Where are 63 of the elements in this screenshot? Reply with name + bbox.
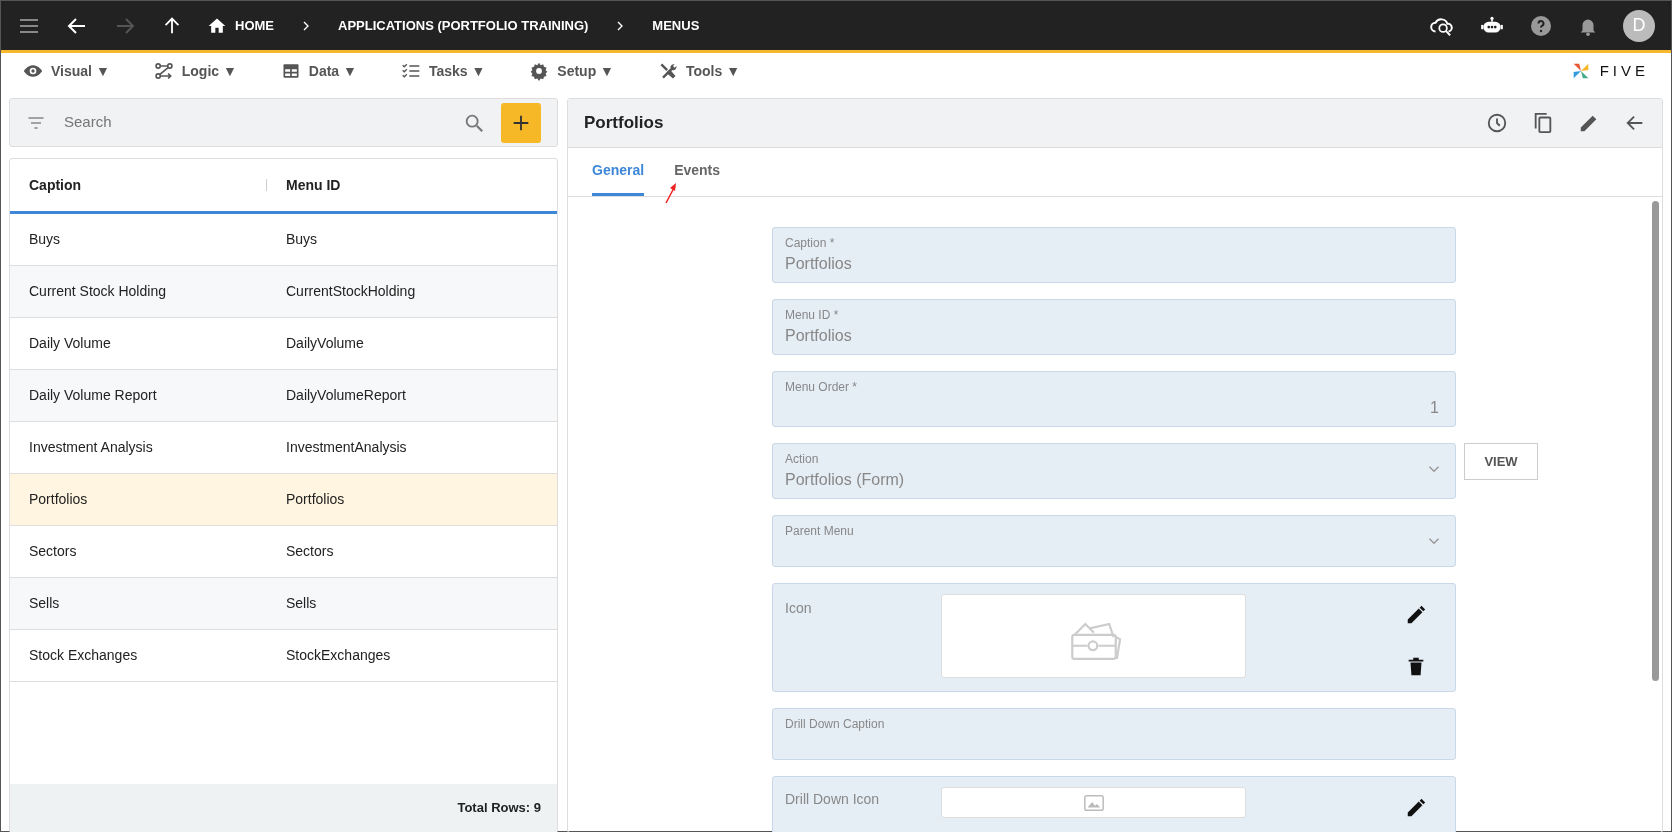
field-label: Action [785,451,820,469]
field-label: Menu ID * [785,307,840,325]
field-label: Parent Menu [785,523,855,541]
field-value: 1 [1430,398,1439,419]
table-row[interactable]: Portfolios Portfolios [10,474,557,526]
column-header[interactable]: Menu ID [267,174,341,196]
column-header[interactable]: Caption [10,179,267,191]
search-input[interactable]: Search [62,110,447,135]
logic-icon [153,61,174,81]
table-cell-text: Current Stock Holding [28,282,167,301]
breadcrumb-link[interactable]: MENUS [652,15,700,36]
field-label: Icon [785,599,813,619]
menu-button[interactable]: Tools ▼ [657,60,740,82]
table-cell-text: DailyVolumeReport [285,386,406,405]
form-title: Portfolios [584,112,664,135]
table-cell-text: Stock Exchanges [28,646,139,665]
menu-button[interactable]: Visual ▼ [23,60,110,82]
view-button[interactable]: VIEW [1464,443,1538,481]
table-cell-text: Sectors [28,542,78,561]
tab[interactable]: General [592,160,645,197]
table-cell-text: InvestmentAnalysis [285,438,407,457]
scrollbar[interactable] [1652,201,1659,682]
field-label: Caption * [785,235,836,253]
total-rows-label: Total Rows: 9 [457,799,541,818]
add-button[interactable] [501,102,541,143]
table-cell-text: Sells [28,594,61,613]
tab[interactable]: Events [674,160,721,197]
copy-icon[interactable] [1532,111,1554,134]
field-value: Portfolios [785,326,852,347]
table-row[interactable]: Sells Sells [10,578,557,630]
table-row[interactable]: Current Stock Holding CurrentStockHolding [10,266,557,318]
table-cell-text: Daily Volume [28,334,112,353]
field-label: Drill Down Icon [785,790,881,810]
help-icon[interactable] [1529,13,1553,38]
table-cell-text: Investment Analysis [28,438,154,457]
table-cell-text: CurrentStockHolding [285,282,416,301]
table-row[interactable]: Stock Exchanges StockExchanges [10,630,557,682]
table-cell-text: DailyVolume [285,334,364,353]
menu-button[interactable]: Logic ▼ [153,60,237,82]
menu-button[interactable]: Tasks ▼ [400,60,486,82]
table-cell-text: StockExchanges [285,646,391,665]
table-cell-text: Buys [285,230,318,249]
table-cell-text: Sells [285,594,317,613]
history-icon[interactable] [1486,111,1508,134]
tasks-icon [400,61,421,81]
annotation-arrow-icon [664,182,678,205]
table-cell-text: Portfolios [28,490,89,509]
breadcrumb-link[interactable]: HOME [235,15,274,36]
gear-icon [529,61,550,81]
search-field[interactable]: Search [9,98,558,147]
table-cell-text: Portfolios [285,490,345,509]
app-logo: FIVE [1569,59,1649,83]
breadcrumb-link[interactable]: APPLICATIONS (PORTFOLIO TRAINING) [338,15,589,36]
menu-button[interactable]: Data ▼ [280,60,357,82]
field-label: Menu Order * [785,379,859,397]
table-row[interactable]: Daily Volume Report DailyVolumeReport [10,370,557,422]
field-value: Portfolios (Form) [785,470,905,491]
table-cell-text: Daily Volume Report [28,386,158,405]
menu-button[interactable]: Setup ▼ [529,60,614,82]
table-cell-text: Buys [28,230,62,249]
field-label: Drill Down Caption [785,716,886,734]
field-value: Portfolios [785,254,852,275]
table-cell-text: Sectors [285,542,334,561]
